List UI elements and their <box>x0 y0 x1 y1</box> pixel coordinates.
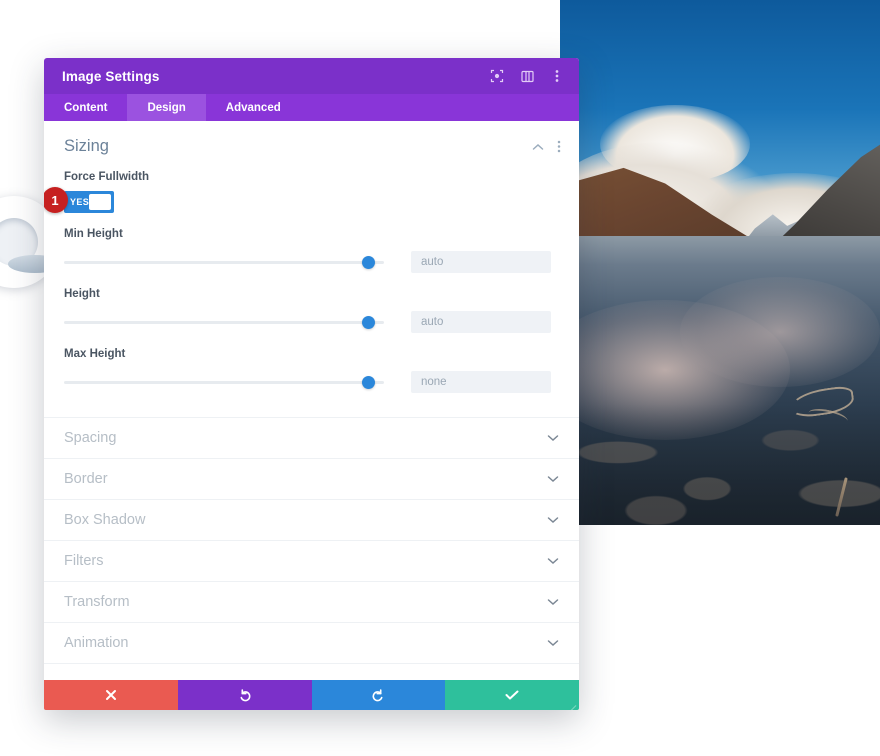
cloud-reflection <box>680 276 880 387</box>
chevron-down-icon <box>547 516 559 524</box>
chevron-down-icon <box>547 557 559 565</box>
modal-footer <box>44 680 579 710</box>
chevron-down-icon <box>547 639 559 647</box>
min-height-slider[interactable] <box>64 254 384 270</box>
section-filters[interactable]: Filters <box>44 540 579 581</box>
lake <box>560 236 880 525</box>
modal-header-actions <box>489 68 565 84</box>
height-slider[interactable] <box>64 314 384 330</box>
max-height-input[interactable] <box>411 371 551 393</box>
force-fullwidth-toggle[interactable]: YES <box>64 191 114 213</box>
help-row[interactable]: ? Help <box>44 663 579 680</box>
slider-handle[interactable] <box>362 255 375 269</box>
section-transform[interactable]: Transform <box>44 581 579 622</box>
chevron-down-icon <box>547 434 559 442</box>
image-settings-modal: Image Settings Content Design Advanced S… <box>44 58 579 710</box>
section-label: Border <box>64 471 108 487</box>
section-label: Filters <box>64 553 104 569</box>
screen: Image Settings Content Design Advanced S… <box>0 0 880 756</box>
slider-track <box>64 380 384 384</box>
section-spacing[interactable]: Spacing <box>44 417 579 458</box>
section-animation[interactable]: Animation <box>44 622 579 663</box>
undo-button[interactable] <box>177 680 312 710</box>
save-button[interactable] <box>445 680 579 710</box>
chevron-down-icon <box>547 598 559 606</box>
max-height-row <box>64 371 559 393</box>
chevron-down-icon <box>547 475 559 483</box>
page-title: Image Settings <box>62 68 160 84</box>
section-label: Transform <box>64 594 130 610</box>
slider-track <box>64 260 384 264</box>
section-box-shadow[interactable]: Box Shadow <box>44 499 579 540</box>
min-height-input[interactable] <box>411 251 551 273</box>
sizing-section-header: Sizing <box>44 121 579 156</box>
layout-columns-icon[interactable] <box>519 68 535 84</box>
height-label: Height <box>64 288 100 300</box>
resize-handle[interactable] <box>564 695 577 710</box>
min-height-label: Min Height <box>64 228 123 240</box>
section-label: Animation <box>64 635 129 651</box>
max-height-label: Max Height <box>64 348 126 360</box>
force-fullwidth-row: 1 YES <box>44 187 559 213</box>
force-fullwidth-label: Force Fullwidth <box>64 171 149 183</box>
max-height-slider[interactable] <box>64 374 384 390</box>
more-vertical-icon[interactable] <box>549 68 565 84</box>
height-input[interactable] <box>411 311 551 333</box>
sizing-header-actions <box>532 140 561 153</box>
more-vertical-icon[interactable] <box>557 140 561 153</box>
slider-track <box>64 320 384 324</box>
background-image-module <box>560 0 880 525</box>
section-label: Box Shadow <box>64 512 146 528</box>
height-row <box>64 311 559 333</box>
cancel-button[interactable] <box>44 680 178 710</box>
tab-bar: Content Design Advanced <box>44 94 579 121</box>
section-label: Spacing <box>64 430 117 446</box>
chevron-up-icon[interactable] <box>532 143 544 151</box>
min-height-row <box>64 251 559 273</box>
sizing-fields: Force Fullwidth 1 YES Min Height auto He… <box>44 171 579 417</box>
redo-button[interactable] <box>311 680 446 710</box>
toggle-knob <box>89 194 111 210</box>
section-border[interactable]: Border <box>44 458 579 499</box>
modal-header: Image Settings <box>44 58 579 94</box>
tab-design[interactable]: Design <box>127 94 206 121</box>
tab-advanced[interactable]: Advanced <box>206 94 301 121</box>
slider-handle[interactable] <box>362 315 375 329</box>
sizing-title: Sizing <box>64 137 109 155</box>
focus-icon[interactable] <box>489 68 505 84</box>
tab-content[interactable]: Content <box>44 94 127 121</box>
slider-handle[interactable] <box>362 375 375 389</box>
modal-body: Sizing Force Fullwidth 1 YES Min Height … <box>44 121 579 680</box>
